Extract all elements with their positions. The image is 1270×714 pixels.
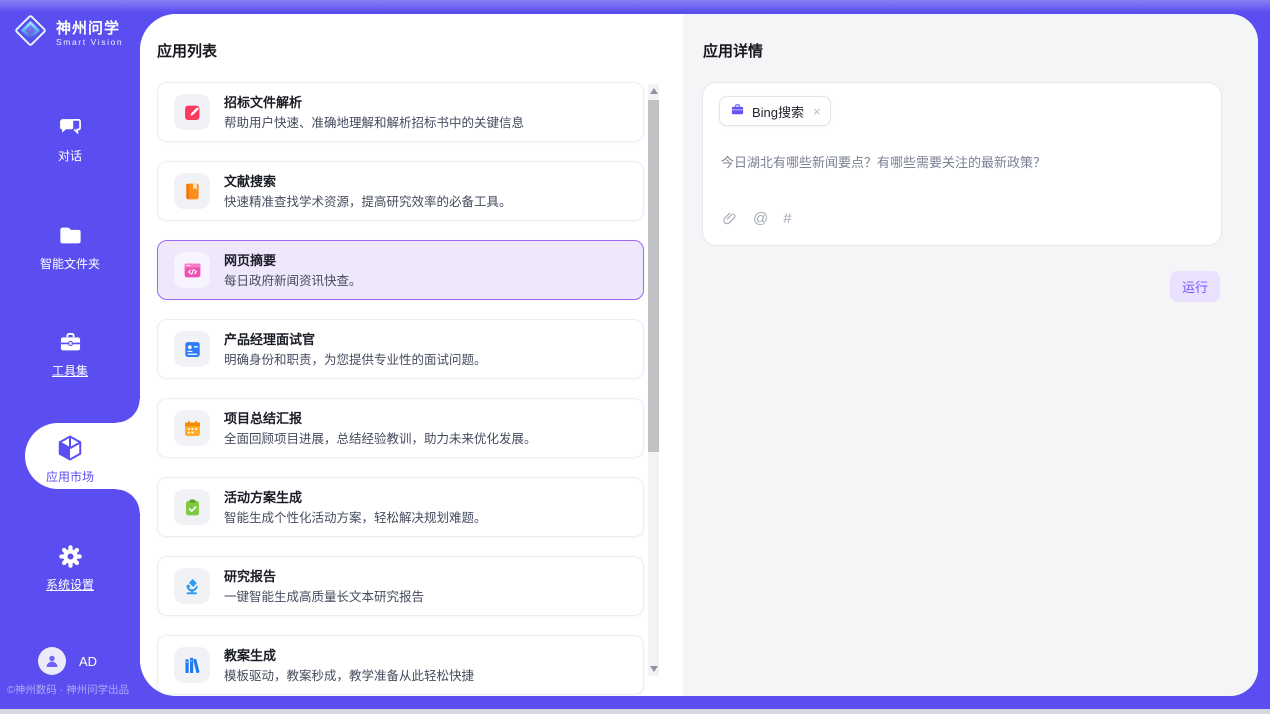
app-card-title: 招标文件解析	[224, 92, 302, 111]
sidebar-item-label: 应用市场	[46, 468, 94, 485]
hashtag-icon[interactable]: #	[783, 210, 791, 227]
app-window: 神州问学 Smart Vision 对话 智能文件夹	[0, 0, 1270, 714]
copyright-footer: ©神州数码 · 神州问学出品	[7, 682, 140, 697]
app-card-pm-interviewer[interactable]: 产品经理面试官 明确身份和职责，为您提供专业性的面试问题。	[157, 319, 644, 379]
app-card-title: 网页摘要	[224, 250, 276, 269]
app-card-title: 研究报告	[224, 566, 276, 585]
app-card-research-report[interactable]: 研究报告 一键智能生成高质量长文本研究报告	[157, 556, 644, 616]
book-icon	[174, 173, 210, 209]
app-card-literature-search[interactable]: 文献搜索 快速精准查找学术资源，提高研究效率的必备工具。	[157, 161, 644, 221]
folder-icon	[0, 220, 140, 250]
tool-chip-label: Bing搜索	[752, 102, 804, 121]
window-bottom-edge	[0, 709, 1270, 714]
avatar-person-icon	[43, 652, 61, 670]
sidebar-item-label: 智能文件夹	[40, 255, 100, 272]
clipboard-icon	[174, 489, 210, 525]
app-card-webpage-summary-selected[interactable]: 网页摘要 每日政府新闻资讯快查。	[157, 240, 644, 300]
app-list: 招标文件解析 帮助用户快速、准确地理解和解析招标书中的关键信息 文献搜索 快速精…	[157, 82, 644, 696]
app-detail-panel: 应用详情 Bing搜索 × 今日湖北有哪些新闻要点？有哪些需要关注的最新政策？	[683, 14, 1258, 696]
diamond-logo-icon	[12, 12, 49, 54]
sidebar-item-app-market[interactable]: 应用市场	[0, 433, 140, 486]
edit-icon	[174, 94, 210, 130]
avatar	[38, 647, 66, 675]
prompt-input-area[interactable]: Bing搜索 × 今日湖北有哪些新闻要点？有哪些需要关注的最新政策？ @ #	[702, 82, 1222, 246]
input-toolbar: @ #	[721, 210, 792, 227]
sidebar-item-chat[interactable]: 对话	[0, 112, 140, 165]
brand-logo: 神州问学 Smart Vision	[12, 12, 123, 54]
app-list-panel: 应用列表 招标文件解析 帮助用户快速、准确地理解和解析招标书中的关键信息	[140, 14, 683, 696]
app-list-title: 应用列表	[157, 40, 217, 61]
sidebar-item-smart-folder[interactable]: 智能文件夹	[0, 220, 140, 273]
app-card-title: 产品经理面试官	[224, 329, 315, 348]
brand-subtitle: Smart Vision	[56, 37, 123, 47]
run-button[interactable]: 运行	[1170, 271, 1220, 302]
scrollbar-thumb[interactable]	[648, 100, 659, 452]
app-card-activity-plan[interactable]: 活动方案生成 智能生成个性化活动方案，轻松解决规划难题。	[157, 477, 644, 537]
query-text: 今日湖北有哪些新闻要点？有哪些需要关注的最新政策？	[721, 152, 1046, 171]
sidebar-item-label: 对话	[58, 147, 82, 164]
mention-icon[interactable]: @	[753, 210, 768, 227]
close-icon[interactable]: ×	[813, 104, 821, 119]
main-content: 应用列表 招标文件解析 帮助用户快速、准确地理解和解析招标书中的关键信息	[140, 14, 1258, 696]
interview-icon	[174, 331, 210, 367]
app-card-lesson-plan[interactable]: 教案生成 模板驱动，教案秒成，教学准备从此轻松快捷	[157, 635, 644, 695]
app-card-title: 教案生成	[224, 645, 276, 664]
paperclip-icon[interactable]	[721, 210, 738, 227]
tool-chip-bing-search[interactable]: Bing搜索 ×	[719, 96, 831, 126]
sidebar-item-settings[interactable]: 系统设置	[0, 541, 140, 594]
scroll-down-arrow-icon[interactable]	[650, 666, 658, 672]
gear-icon	[0, 541, 140, 571]
app-card-bid-analysis[interactable]: 招标文件解析 帮助用户快速、准确地理解和解析招标书中的关键信息	[157, 82, 644, 142]
user-profile[interactable]: AD	[38, 647, 97, 675]
brand-name: 神州问学	[56, 20, 123, 37]
cube-icon	[0, 433, 140, 463]
app-detail-title: 应用详情	[703, 40, 763, 61]
webpage-icon	[174, 252, 210, 288]
app-card-desc: 每日政府新闻资讯快查。	[224, 270, 362, 289]
app-card-desc: 帮助用户快速、准确地理解和解析招标书中的关键信息	[224, 112, 524, 131]
chat-icon	[0, 112, 140, 142]
books-icon	[174, 647, 210, 683]
research-icon	[174, 568, 210, 604]
sidebar-item-label: 系统设置	[46, 576, 94, 593]
app-card-title: 文献搜索	[224, 171, 276, 190]
app-card-desc: 快速精准查找学术资源，提高研究效率的必备工具。	[224, 191, 512, 210]
app-card-desc: 一键智能生成高质量长文本研究报告	[224, 586, 424, 605]
sidebar: 神州问学 Smart Vision 对话 智能文件夹	[0, 0, 140, 714]
app-card-project-summary[interactable]: 项目总结汇报 全面回顾项目进展，总结经验教训，助力未来优化发展。	[157, 398, 644, 458]
calendar-icon	[174, 410, 210, 446]
app-card-desc: 明确身份和职责，为您提供专业性的面试问题。	[224, 349, 487, 368]
app-list-scrollbar[interactable]	[648, 84, 659, 676]
window-top-edge	[0, 0, 1270, 12]
briefcase-icon	[730, 102, 745, 120]
user-name: AD	[79, 654, 97, 669]
app-card-desc: 智能生成个性化活动方案，轻松解决规划难题。	[224, 507, 487, 526]
sidebar-item-toolset[interactable]: 工具集	[0, 327, 140, 380]
sidebar-item-label: 工具集	[52, 362, 88, 379]
toolbox-icon	[0, 327, 140, 357]
scroll-up-arrow-icon[interactable]	[650, 88, 658, 94]
app-card-title: 项目总结汇报	[224, 408, 302, 427]
app-card-title: 活动方案生成	[224, 487, 302, 506]
app-card-desc: 模板驱动，教案秒成，教学准备从此轻松快捷	[224, 665, 474, 684]
app-card-desc: 全面回顾项目进展，总结经验教训，助力未来优化发展。	[224, 428, 537, 447]
